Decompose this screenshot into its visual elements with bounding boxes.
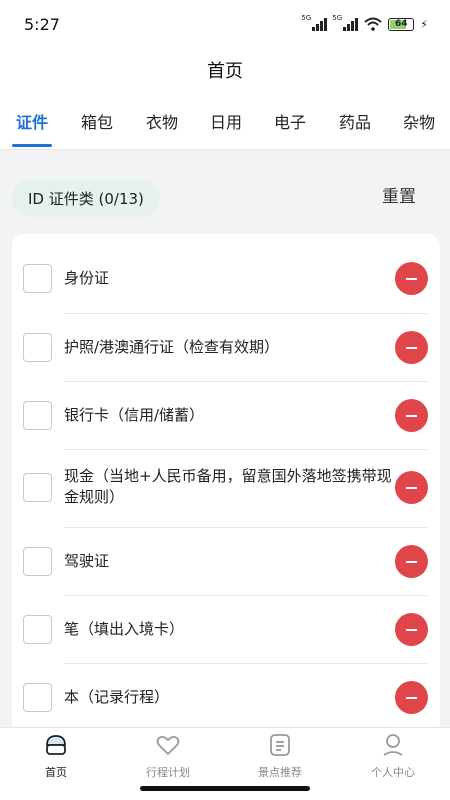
item-checkbox[interactable]: [23, 264, 52, 293]
tab-daily[interactable]: 日用: [210, 92, 242, 150]
heart-icon: [156, 735, 180, 756]
item-checkbox[interactable]: [23, 683, 52, 712]
list-item: 笔（填出入境卡）: [12, 595, 440, 663]
status-bar: 5:27 5G 5G 64 ⚡: [0, 0, 450, 48]
list-item: 驾驶证: [12, 527, 440, 595]
tab-clothing[interactable]: 衣物: [146, 92, 178, 150]
item-checkbox[interactable]: [23, 333, 52, 362]
wifi-icon: [364, 17, 382, 31]
item-checkbox[interactable]: [23, 615, 52, 644]
remove-item-button[interactable]: [395, 399, 428, 432]
remove-item-button[interactable]: [395, 681, 428, 714]
item-text: 笔（填出入境卡）: [64, 620, 185, 638]
minus-icon: [406, 696, 417, 699]
minus-icon: [406, 414, 417, 417]
remove-item-button[interactable]: [395, 471, 428, 504]
checklist: 身份证 护照/港澳通行证（检查有效期） 银行卡（信用/储蓄） 现金（当地+人民币…: [12, 234, 440, 734]
tab-misc[interactable]: 杂物: [403, 92, 435, 150]
status-icons: 5G 5G 64 ⚡: [301, 14, 428, 31]
list-item: 身份证: [12, 244, 440, 312]
signal-label: 5G: [301, 14, 312, 22]
home-icon: [46, 735, 66, 755]
item-text: 现金（当地+人民币备用，留意国外落地签携带现金规则）: [64, 467, 392, 506]
tab-luggage[interactable]: 箱包: [81, 92, 113, 150]
list-item: 护照/港澳通行证（检查有效期）: [12, 313, 440, 381]
cell-signal-icon: 5G: [301, 14, 328, 31]
document-icon: [270, 734, 290, 756]
person-icon: [383, 734, 403, 756]
reset-button[interactable]: 重置: [382, 180, 416, 208]
item-text: 身份证: [64, 269, 110, 287]
nav-label: 个人中心: [371, 766, 415, 779]
nav-home[interactable]: 首页: [0, 732, 112, 780]
item-checkbox[interactable]: [23, 401, 52, 430]
app-header: 首页: [0, 48, 450, 92]
nav-itinerary[interactable]: 行程计划: [112, 732, 224, 780]
list-item: 银行卡（信用/储蓄）: [12, 381, 440, 449]
signal-label-2: 5G: [332, 14, 343, 22]
battery-icon: 64: [388, 17, 415, 31]
category-chip: ID 证件类 (0/13): [12, 179, 160, 217]
remove-item-button[interactable]: [395, 613, 428, 646]
item-text: 本（记录行程）: [64, 688, 170, 706]
tab-electronics[interactable]: 电子: [274, 92, 306, 150]
minus-icon: [406, 277, 417, 280]
active-tab-indicator: [12, 144, 52, 147]
cell-signal-icon-2: 5G: [332, 14, 359, 31]
nav-label: 景点推荐: [258, 766, 302, 779]
minus-icon: [406, 486, 417, 489]
category-tabs: 证件 箱包 衣物 日用 电子 药品 杂物: [0, 92, 450, 150]
minus-icon: [406, 628, 417, 631]
minus-icon: [406, 346, 417, 349]
status-time: 5:27: [24, 14, 60, 34]
minus-icon: [406, 560, 417, 563]
item-text: 银行卡（信用/储蓄）: [64, 406, 205, 424]
nav-profile[interactable]: 个人中心: [337, 732, 449, 780]
battery-level: 64: [395, 19, 408, 29]
nav-attractions[interactable]: 景点推荐: [224, 732, 336, 780]
item-text: 驾驶证: [64, 552, 110, 570]
remove-item-button[interactable]: [395, 262, 428, 295]
remove-item-button[interactable]: [395, 331, 428, 364]
list-item: 现金（当地+人民币备用，留意国外落地签携带现金规则）: [12, 449, 440, 527]
item-text: 护照/港澳通行证（检查有效期）: [64, 338, 280, 356]
list-item: 本（记录行程）: [12, 663, 440, 731]
tab-medicine[interactable]: 药品: [339, 92, 371, 150]
nav-label: 行程计划: [146, 766, 190, 779]
item-checkbox[interactable]: [23, 547, 52, 576]
tab-documents[interactable]: 证件: [16, 92, 48, 150]
home-indicator[interactable]: [140, 786, 310, 791]
nav-label: 首页: [45, 766, 67, 779]
item-checkbox[interactable]: [23, 473, 52, 502]
charging-icon: ⚡: [420, 17, 428, 31]
remove-item-button[interactable]: [395, 545, 428, 578]
page-title: 首页: [207, 61, 243, 82]
